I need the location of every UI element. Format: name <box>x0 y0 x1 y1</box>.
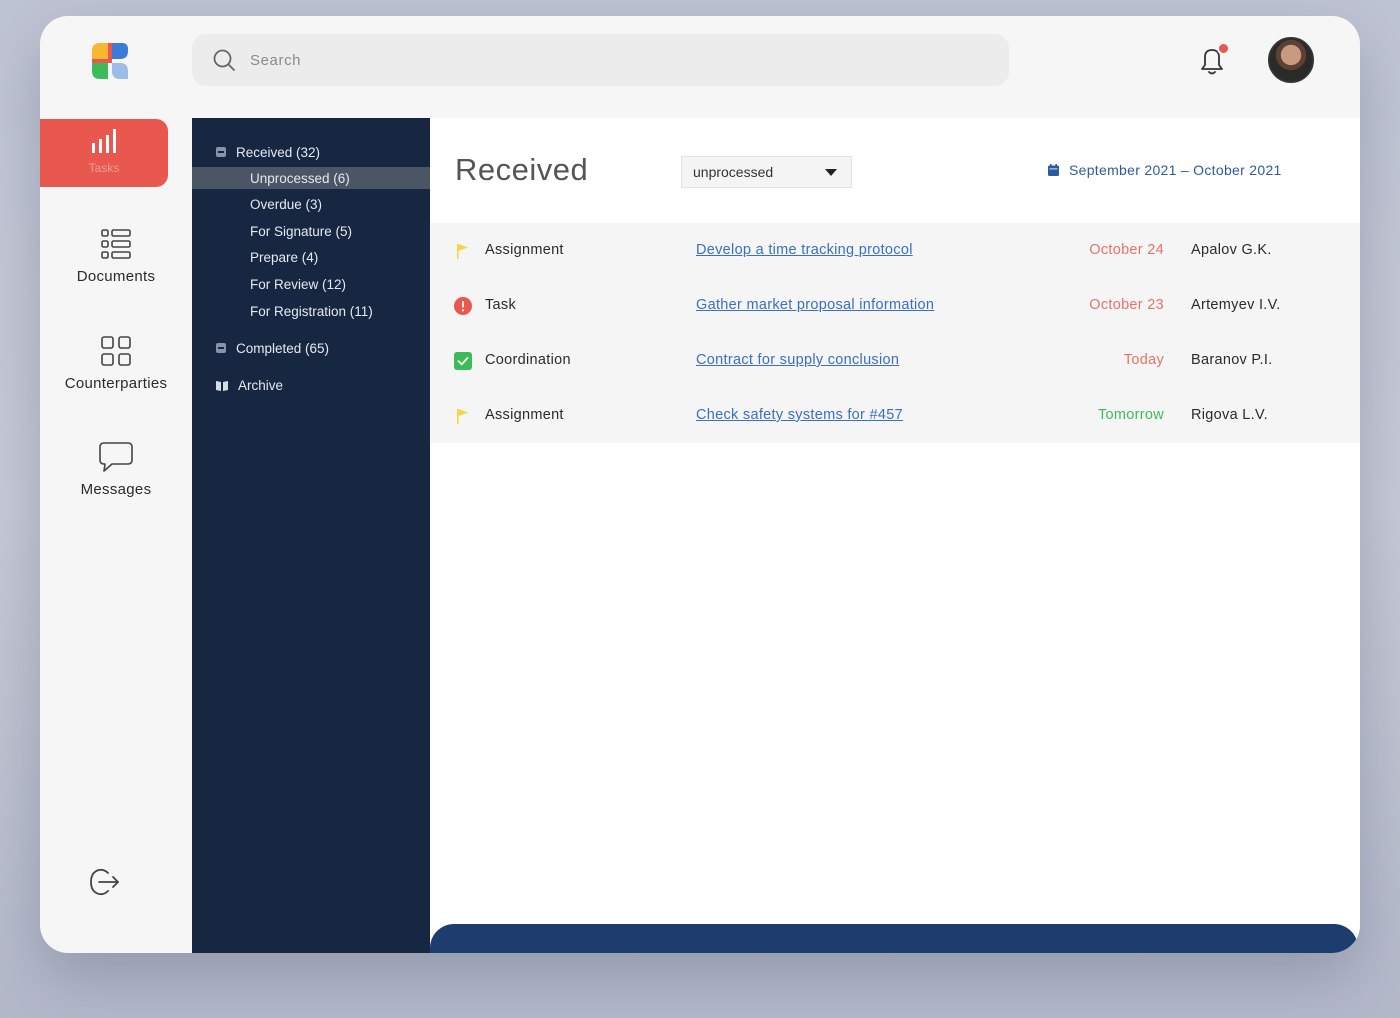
table-row[interactable]: Assignment Develop a time tracking proto… <box>430 223 1360 278</box>
rail-item-messages[interactable]: Messages <box>40 441 192 498</box>
table-row[interactable]: Assignment Check safety systems for #457… <box>430 388 1360 443</box>
calendar-icon <box>1048 164 1059 176</box>
folder-prepare[interactable]: Prepare (4) <box>192 246 430 268</box>
rail-item-label: Documents <box>76 268 156 285</box>
rail-item-tasks[interactable]: Tasks <box>40 119 168 187</box>
folder-archive[interactable]: Archive <box>192 373 430 397</box>
rail-item-documents[interactable]: Documents <box>40 228 192 285</box>
main-content: Received unprocessed September 2021 – Oc… <box>430 118 1360 953</box>
rail-item-label: Messages <box>80 481 152 498</box>
folder-label: Prepare (4) <box>250 249 319 265</box>
app-logo-icon <box>92 43 128 79</box>
row-assignee: Artemyev I.V. <box>1191 297 1281 313</box>
bottom-panel <box>430 924 1358 953</box>
select-value: unprocessed <box>693 164 774 180</box>
row-assignee: Baranov P.I. <box>1191 352 1273 368</box>
folder-label: Unprocessed (6) <box>250 170 350 186</box>
status-filter-select[interactable]: unprocessed <box>681 156 852 188</box>
row-type: Assignment <box>485 242 564 258</box>
search-bar[interactable] <box>192 34 1009 86</box>
date-range-label: September 2021 – October 2021 <box>1069 162 1282 178</box>
row-subject-link[interactable]: Contract for supply conclusion <box>696 352 899 368</box>
row-type: Assignment <box>485 407 564 423</box>
folder-label: Archive <box>238 377 284 393</box>
row-type: Coordination <box>485 352 571 368</box>
book-icon <box>216 380 228 391</box>
row-due-date: October 24 <box>1089 242 1164 258</box>
flag-icon <box>457 409 468 424</box>
row-subject-link[interactable]: Gather market proposal information <box>696 297 934 313</box>
check-icon <box>454 352 472 370</box>
row-assignee: Rigova L.V. <box>1191 407 1268 423</box>
folder-label: For Registration (11) <box>250 303 373 319</box>
logout-icon[interactable] <box>86 864 122 900</box>
row-due-date: Today <box>1123 352 1164 368</box>
rail-item-label: Counterparties <box>64 375 168 392</box>
folder-received[interactable]: Received (32) <box>192 140 430 164</box>
search-icon <box>213 49 235 71</box>
chat-icon <box>99 442 133 472</box>
caret-down-icon <box>825 169 837 176</box>
table-row[interactable]: Task Gather market proposal information … <box>430 278 1360 333</box>
list-icon <box>101 229 131 259</box>
collapse-icon[interactable] <box>216 147 226 157</box>
row-type: Task <box>485 297 517 313</box>
main-header: Received unprocessed September 2021 – Oc… <box>430 118 1360 222</box>
page-title: Received <box>455 152 589 187</box>
search-input[interactable] <box>250 51 950 69</box>
task-list: Assignment Develop a time tracking proto… <box>430 223 1360 443</box>
notifications-button[interactable] <box>1194 42 1230 78</box>
folder-label: For Signature (5) <box>250 223 353 239</box>
folder-overdue[interactable]: Overdue (3) <box>192 193 430 215</box>
row-due-date: Tomorrow <box>1097 407 1164 423</box>
avatar[interactable] <box>1268 37 1314 83</box>
grid-icon <box>101 336 131 366</box>
row-assignee: Apalov G.K. <box>1191 242 1272 258</box>
collapse-icon[interactable] <box>216 343 226 353</box>
app-window: Tasks Documents Counterparties Messages <box>40 16 1360 953</box>
folder-label: Completed (65) <box>236 340 330 356</box>
folder-completed[interactable]: Completed (65) <box>192 336 430 360</box>
folder-for-registration[interactable]: For Registration (11) <box>192 300 430 322</box>
flag-icon <box>457 244 468 259</box>
row-subject-link[interactable]: Develop a time tracking protocol <box>696 242 913 258</box>
folder-for-signature[interactable]: For Signature (5) <box>192 220 430 242</box>
folders-panel: Received (32) Unprocessed (6) Overdue (3… <box>192 118 430 953</box>
notification-dot <box>1217 42 1230 55</box>
date-range-picker[interactable]: September 2021 – October 2021 <box>1048 162 1282 178</box>
row-subject-link[interactable]: Check safety systems for #457 <box>696 407 903 423</box>
folder-label: For Review (12) <box>250 276 347 292</box>
folder-label: Received (32) <box>236 144 321 160</box>
rail-item-label: Tasks <box>88 161 120 175</box>
table-row[interactable]: Coordination Contract for supply conclus… <box>430 333 1360 388</box>
folder-for-review[interactable]: For Review (12) <box>192 273 430 295</box>
bar-chart-icon <box>92 129 116 153</box>
folder-label: Overdue (3) <box>250 196 323 212</box>
folder-unprocessed[interactable]: Unprocessed (6) <box>192 167 430 189</box>
rail-item-counterparties[interactable]: Counterparties <box>40 335 192 392</box>
alert-icon <box>454 297 472 315</box>
row-due-date: October 23 <box>1089 297 1164 313</box>
